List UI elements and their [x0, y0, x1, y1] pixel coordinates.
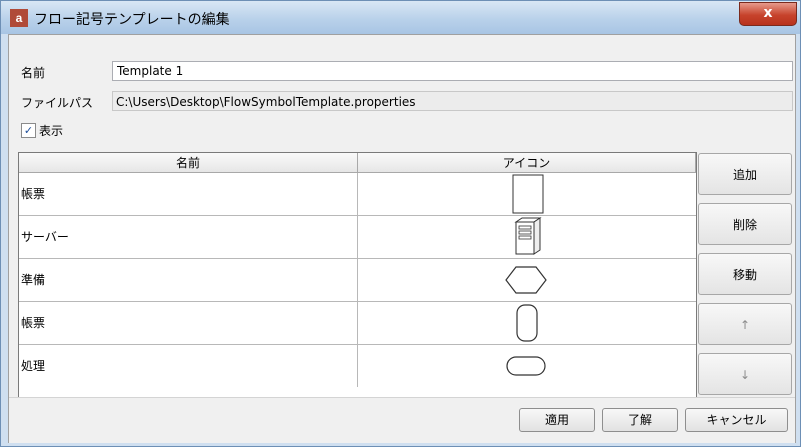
symbol-table: 名前 アイコン 帳票 サーバー 準備 帳票 処理 — [18, 152, 697, 398]
table-row[interactable]: 処理 — [19, 345, 696, 388]
delete-button[interactable]: 削除 — [698, 203, 792, 245]
server-icon — [514, 217, 542, 255]
row-icon-cell — [358, 302, 696, 344]
template-name-input[interactable] — [112, 61, 793, 81]
row-icon-cell — [358, 345, 696, 387]
row-icon-cell — [358, 259, 696, 301]
show-checkbox-label[interactable]: 表示 — [39, 122, 63, 139]
window-title: フロー記号テンプレートの編集 — [34, 12, 230, 28]
add-button[interactable]: 追加 — [698, 153, 792, 195]
close-button[interactable]: x — [739, 2, 797, 26]
apply-button[interactable]: 適用 — [519, 408, 595, 432]
row-name-cell: 準備 — [21, 273, 46, 287]
title-bar[interactable]: a フロー記号テンプレートの編集 x — [1, 1, 800, 34]
row-name-cell: 帳票 — [21, 187, 46, 201]
file-path-label: ファイルパス — [21, 96, 94, 110]
table-row[interactable]: 帳票 — [19, 173, 696, 216]
row-name-cell: 処理 — [21, 359, 46, 373]
column-header-icon[interactable]: アイコン — [358, 153, 696, 173]
table-row[interactable]: サーバー — [19, 216, 696, 259]
name-label: 名前 — [21, 66, 46, 80]
row-name-cell: 帳票 — [21, 316, 46, 330]
cancel-button[interactable]: キャンセル — [685, 408, 788, 432]
app-icon: a — [10, 9, 28, 27]
ok-button[interactable]: 了解 — [602, 408, 678, 432]
table-row[interactable]: 帳票 — [19, 302, 696, 345]
dialog-content: 名前 ファイルパス C:\Users\Desktop\FlowSymbolTem… — [8, 34, 796, 443]
dialog-window: a フロー記号テンプレートの編集 x 名前 ファイルパス C:\Users\De… — [0, 0, 801, 447]
show-checkbox[interactable]: ✓ — [21, 123, 36, 138]
document-rect-icon — [512, 174, 544, 214]
move-down-button[interactable]: ↓ — [698, 353, 792, 395]
table-row[interactable]: 準備 — [19, 259, 696, 302]
move-button[interactable]: 移動 — [698, 253, 792, 295]
hexagon-icon — [505, 266, 547, 294]
row-name-cell: サーバー — [21, 230, 69, 244]
row-icon-cell — [358, 173, 696, 215]
row-icon-cell — [358, 216, 696, 258]
check-mark-icon: ✓ — [23, 124, 34, 137]
move-up-button[interactable]: ↑ — [698, 303, 792, 345]
file-path-field: C:\Users\Desktop\FlowSymbolTemplate.prop… — [112, 91, 793, 111]
column-header-name[interactable]: 名前 — [19, 153, 358, 173]
terminator-icon — [506, 356, 546, 376]
button-bar: 適用 了解 キャンセル — [9, 397, 795, 443]
vertical-capsule-icon — [516, 304, 538, 342]
